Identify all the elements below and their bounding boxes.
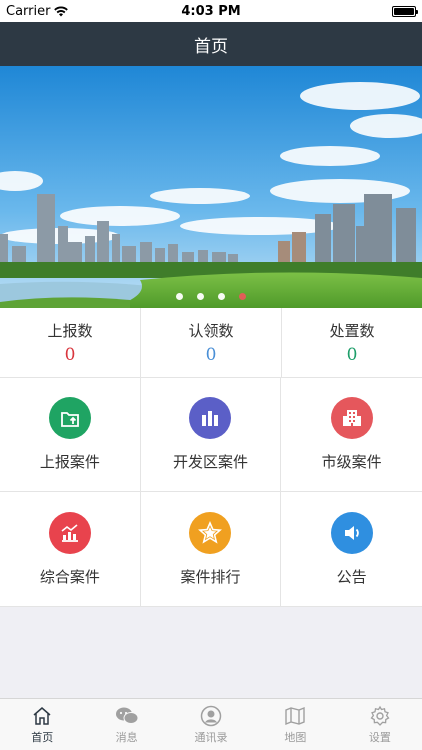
stat-label: 认领数 (188, 322, 234, 340)
settings-icon (370, 705, 390, 726)
carrier-label: Carrier (6, 3, 51, 19)
stat-label: 上报数 (47, 322, 93, 340)
home-icon (33, 706, 51, 725)
stat-reported[interactable]: 上报数 0 (0, 308, 141, 377)
tab-contacts[interactable]: 通讯录 (169, 699, 253, 750)
map-icon (285, 706, 306, 725)
star-rank-icon (189, 511, 232, 554)
grid-item-comprehensive[interactable]: 综合案件 (0, 492, 141, 607)
grid-item-label: 综合案件 (39, 567, 100, 586)
banner-carousel[interactable] (0, 66, 422, 308)
carousel-dot[interactable] (197, 293, 204, 300)
grid-item-report-case[interactable]: 上报案件 (0, 378, 141, 492)
tab-label: 消息 (115, 730, 138, 744)
tab-label: 首页 (31, 730, 54, 744)
wifi-icon (54, 5, 69, 16)
grid-item-label: 案件排行 (180, 567, 241, 586)
tab-message[interactable]: 消息 (84, 699, 168, 750)
page-title: 首页 (194, 36, 228, 57)
chart-icon (48, 511, 91, 554)
banner-image (0, 66, 422, 308)
stat-value: 0 (64, 345, 76, 365)
carousel-dot[interactable] (176, 293, 183, 300)
stat-value: 0 (205, 345, 217, 365)
grid-item-city[interactable]: 市级案件 (281, 378, 422, 492)
grid-item-label: 上报案件 (39, 453, 100, 471)
stats-panel: 上报数 0 认领数 0 处置数 0 (0, 308, 422, 378)
tab-map[interactable]: 地图 (253, 699, 337, 750)
carousel-indicator (0, 293, 422, 300)
stat-handled[interactable]: 处置数 0 (282, 308, 422, 377)
tab-home[interactable]: 首页 (0, 699, 84, 750)
grid-item-label: 开发区案件 (172, 453, 248, 471)
speaker-icon (330, 511, 373, 554)
grid-item-dev-zone[interactable]: 开发区案件 (140, 378, 282, 492)
nav-bar: 首页 (0, 22, 422, 66)
stat-value: 0 (346, 345, 358, 365)
tab-label: 地图 (284, 730, 307, 744)
grid-item-case-ranking[interactable]: 案件排行 (140, 492, 282, 607)
stat-claimed[interactable]: 认领数 0 (141, 308, 282, 377)
stat-label: 处置数 (329, 322, 375, 340)
grid-item-label: 公告 (336, 567, 367, 586)
function-grid: 上报案件 开发区案件 市级案件 综合案件 案件排行 公告 (0, 378, 422, 607)
grid-item-announcement[interactable]: 公告 (281, 492, 422, 607)
report-case-icon (48, 397, 91, 439)
dev-zone-icon (189, 397, 232, 439)
grid-item-label: 市级案件 (321, 453, 382, 471)
battery-icon (392, 5, 418, 17)
contacts-icon (200, 705, 222, 726)
status-bar: Carrier 4:03 PM (0, 0, 422, 22)
tab-label: 通讯录 (194, 730, 228, 744)
tab-label: 设置 (368, 730, 391, 744)
carousel-dot-active[interactable] (239, 293, 246, 300)
tab-settings[interactable]: 设置 (338, 699, 422, 750)
carousel-dot[interactable] (218, 293, 225, 300)
tab-bar: 首页 消息 通讯录 地图 设置 (0, 698, 422, 750)
message-icon (115, 707, 139, 724)
app-screen: Carrier 4:03 PM 首页 上报数 0 认领数 0 处置数 0 上报案… (0, 0, 422, 750)
city-building-icon (330, 397, 373, 439)
